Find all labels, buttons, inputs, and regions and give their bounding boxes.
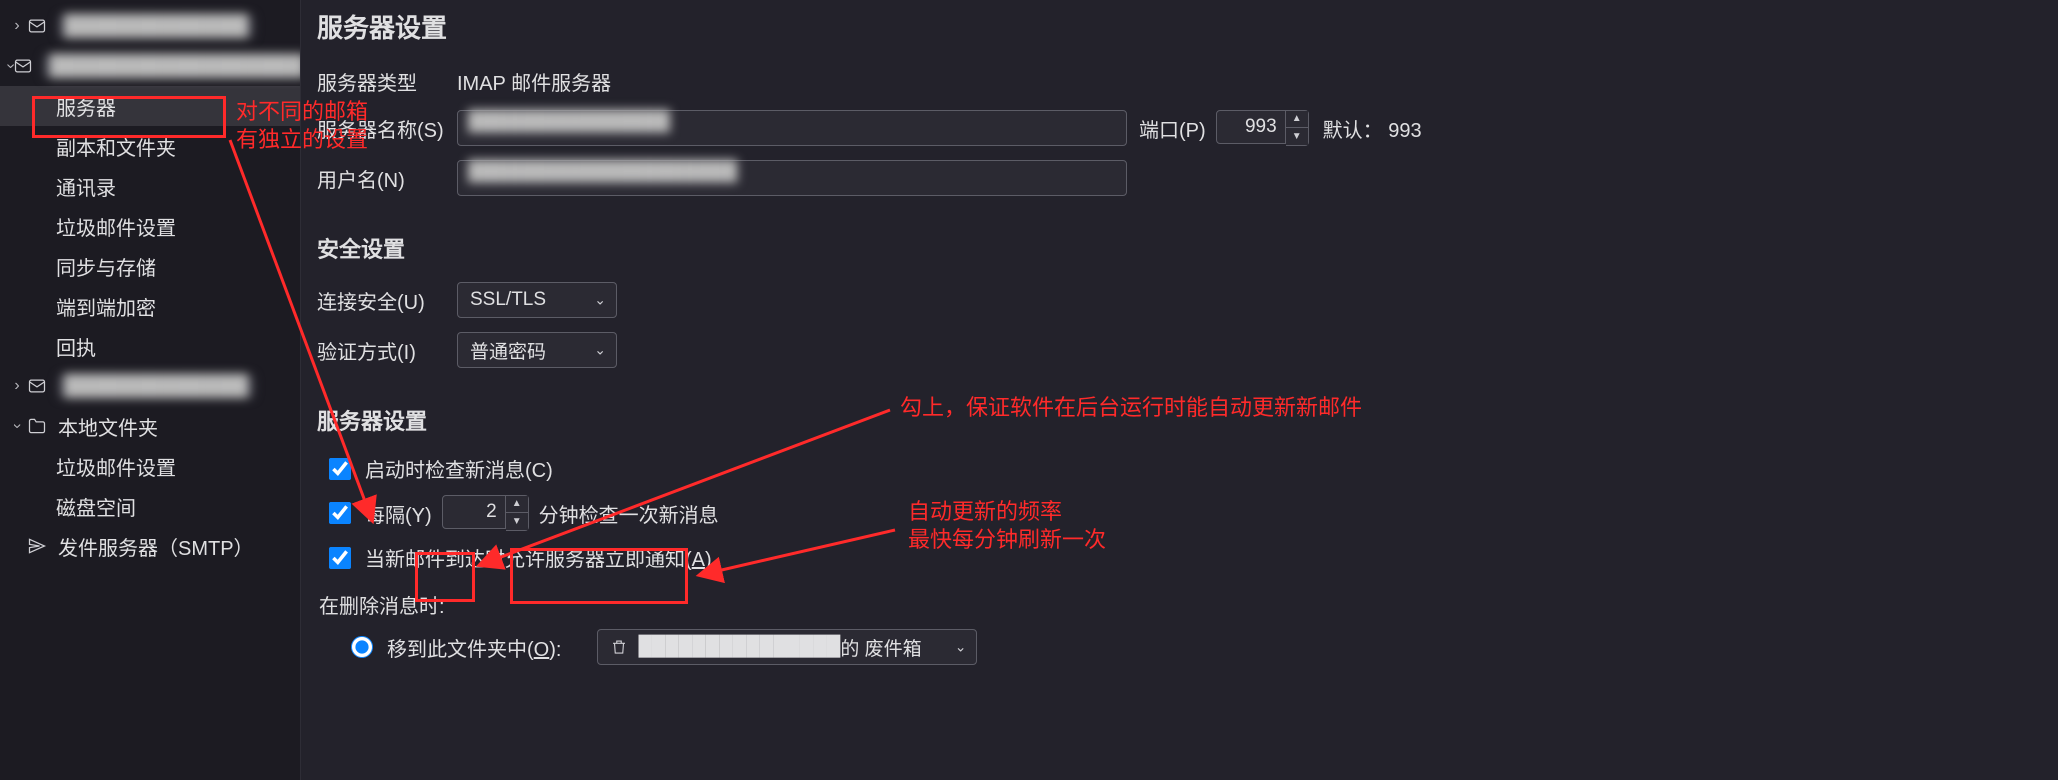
- auth-method-label: 验证方式(I): [317, 336, 457, 365]
- sidebar-item-e2e[interactable]: 端到端加密: [0, 286, 300, 326]
- username-label: 用户名(N): [317, 164, 457, 193]
- trash-icon: [610, 638, 628, 656]
- port-spinner: ▲ ▼: [1286, 110, 1309, 146]
- check-interval-checkbox[interactable]: [329, 502, 351, 524]
- check-interval-spinner: ▲ ▼: [506, 495, 529, 531]
- server-name-row: 服务器名称(S) ███████████████ 端口(P) ▲ ▼ 默认： 9…: [317, 110, 2042, 146]
- sidebar-item-local-disk[interactable]: 磁盘空间: [0, 486, 300, 526]
- local-folders-row[interactable]: › 本地文件夹: [0, 406, 300, 446]
- move-to-row: 移到此文件夹中(O): ███████████████ 的 废件箱 ⌄: [351, 629, 2042, 665]
- app-root: › █████████████ › ██████████████████ 服务器…: [0, 0, 2058, 780]
- main-panel: 服务器设置 服务器类型 IMAP 邮件服务器 服务器名称(S) ████████…: [300, 0, 2058, 780]
- sidebar-item-label: 磁盘空间: [56, 492, 136, 521]
- check-interval-row: 每隔(Y) ▲ ▼ 分钟检查一次新消息: [329, 495, 2042, 531]
- sidebar-item-label: 同步与存储: [56, 252, 156, 281]
- check-startup-row: 启动时检查新消息(C): [329, 454, 2042, 483]
- server-type-value: IMAP 邮件服务器: [457, 67, 611, 96]
- send-icon: [26, 535, 48, 557]
- account-2-row[interactable]: › ██████████████████: [0, 46, 300, 86]
- auth-method-row: 验证方式(I) 普通密码 ⌄: [317, 332, 2042, 368]
- interval-down-button[interactable]: ▼: [506, 513, 528, 530]
- chevron-right-icon: ›: [8, 17, 26, 35]
- sidebar-item-label: 垃圾邮件设置: [56, 212, 176, 241]
- sidebar-item-local-junk[interactable]: 垃圾邮件设置: [0, 446, 300, 486]
- check-interval-input[interactable]: [442, 495, 506, 529]
- security-heading: 安全设置: [317, 232, 2042, 264]
- username-input[interactable]: ████████████████████: [457, 160, 1127, 196]
- server-settings-heading: 服务器设置: [317, 404, 2042, 436]
- username-row: 用户名(N) ████████████████████: [317, 160, 2042, 196]
- page-title: 服务器设置: [317, 8, 2042, 45]
- check-startup-label: 启动时检查新消息(C): [365, 454, 553, 483]
- chevron-down-icon: ⌄: [955, 639, 967, 656]
- interval-up-button[interactable]: ▲: [506, 496, 528, 513]
- mail-icon: [26, 375, 48, 397]
- sidebar-item-label: 副本和文件夹: [56, 132, 176, 161]
- sidebar-item-label: 回执: [56, 332, 96, 361]
- sidebar-item-contacts[interactable]: 通讯录: [0, 166, 300, 206]
- port-down-button[interactable]: ▼: [1286, 128, 1308, 145]
- smtp-label: 发件服务器（SMTP）: [58, 532, 254, 561]
- account-3-row[interactable]: › █████████████: [0, 366, 300, 406]
- port-label: 端口(P): [1139, 114, 1206, 143]
- server-name-label: 服务器名称(S): [317, 114, 457, 143]
- notify-label: 当新邮件到达时允许服务器立即通知(A): [365, 543, 712, 572]
- trash-folder-select[interactable]: ███████████████ 的 废件箱 ⌄: [597, 629, 977, 665]
- chevron-down-icon: ⌄: [594, 342, 606, 359]
- check-startup-checkbox[interactable]: [329, 458, 351, 480]
- folder-icon: [26, 415, 48, 437]
- chevron-down-icon: ⌄: [594, 292, 606, 309]
- account-3-label: █████████████: [58, 375, 254, 398]
- chevron-down-icon: ›: [8, 417, 26, 435]
- account-2-label: ██████████████████: [43, 55, 310, 78]
- account-1-row[interactable]: › █████████████: [0, 6, 300, 46]
- sidebar-item-label: 服务器: [56, 92, 116, 121]
- sidebar-item-junk[interactable]: 垃圾邮件设置: [0, 206, 300, 246]
- conn-security-row: 连接安全(U) SSL/TLS ⌄: [317, 282, 2042, 318]
- sidebar-item-sync[interactable]: 同步与存储: [0, 246, 300, 286]
- server-type-label: 服务器类型: [317, 67, 457, 96]
- move-to-radio[interactable]: [351, 636, 373, 658]
- chevron-down-icon: ›: [2, 63, 20, 68]
- sidebar-item-label: 通讯录: [56, 172, 116, 201]
- port-input[interactable]: [1216, 110, 1286, 144]
- account-1-label: █████████████: [58, 15, 254, 38]
- notify-row: 当新邮件到达时允许服务器立即通知(A): [329, 543, 2042, 572]
- on-delete-label: 在删除消息时:: [319, 590, 2042, 619]
- chevron-right-icon: ›: [8, 377, 26, 395]
- port-up-button[interactable]: ▲: [1286, 111, 1308, 128]
- sidebar-item-server[interactable]: 服务器: [0, 86, 300, 126]
- move-to-label: 移到此文件夹中(O):: [387, 633, 561, 662]
- check-interval-suffix: 分钟检查一次新消息: [539, 499, 719, 528]
- auth-method-select[interactable]: 普通密码 ⌄: [457, 332, 617, 368]
- check-interval-prefix: 每隔(Y): [365, 499, 432, 528]
- smtp-row[interactable]: 发件服务器（SMTP）: [0, 526, 300, 566]
- server-type-row: 服务器类型 IMAP 邮件服务器: [317, 67, 2042, 96]
- port-default: 默认： 993: [1323, 114, 1422, 143]
- sidebar-item-label: 垃圾邮件设置: [56, 452, 176, 481]
- mail-icon: [26, 15, 48, 37]
- conn-security-select[interactable]: SSL/TLS ⌄: [457, 282, 617, 318]
- sidebar-item-receipt[interactable]: 回执: [0, 326, 300, 366]
- local-folders-label: 本地文件夹: [58, 412, 158, 441]
- server-name-input[interactable]: ███████████████: [457, 110, 1127, 146]
- sidebar-item-copies[interactable]: 副本和文件夹: [0, 126, 300, 166]
- sidebar-item-label: 端到端加密: [56, 292, 156, 321]
- conn-security-label: 连接安全(U): [317, 286, 457, 315]
- sidebar: › █████████████ › ██████████████████ 服务器…: [0, 0, 300, 780]
- notify-checkbox[interactable]: [329, 547, 351, 569]
